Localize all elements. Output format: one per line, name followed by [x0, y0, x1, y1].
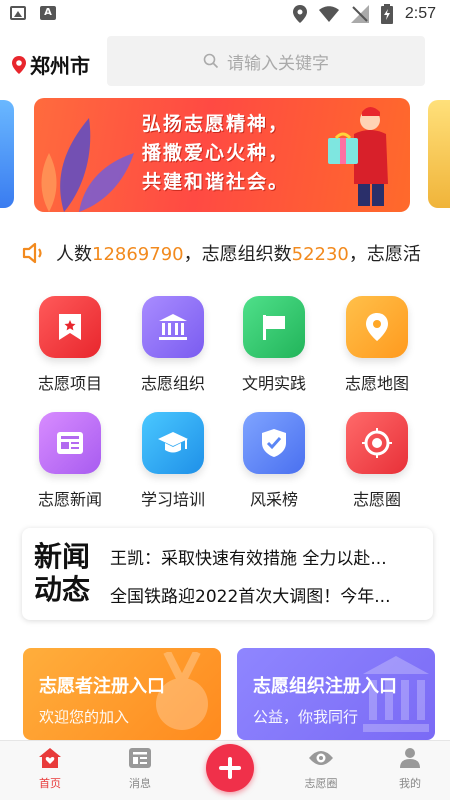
news-logo-line1: 新闻	[34, 540, 91, 573]
location-status-icon	[292, 5, 307, 23]
tab-messages[interactable]: 消息	[100, 747, 180, 791]
notice-prefix: 人数	[56, 244, 92, 265]
target-icon	[346, 412, 408, 474]
volunteer-illustration	[328, 107, 388, 206]
search-icon	[203, 53, 219, 69]
news-item[interactable]: 王凯：采取快速有效措施 全力以赴...	[110, 544, 425, 569]
map-pin-icon	[346, 296, 408, 358]
grid-label: 志愿圈	[352, 490, 401, 509]
search-input[interactable]: 请输入关键字	[107, 36, 425, 86]
newspaper-icon	[39, 412, 101, 474]
grid-item-volunteer-news[interactable]: 志愿新闻	[18, 412, 122, 510]
tab-label: 志愿圈	[304, 777, 338, 790]
card-subtitle: 公益，你我同行	[253, 708, 359, 726]
grid-item-style-ranking[interactable]: 风采榜	[222, 412, 326, 510]
shield-check-icon	[243, 412, 305, 474]
grid-label: 志愿新闻	[37, 490, 102, 509]
location-pin-icon	[12, 55, 26, 74]
tab-home[interactable]: 首页	[10, 747, 90, 791]
tab-label: 消息	[129, 777, 151, 790]
tab-label: 我的	[399, 777, 421, 790]
grid-label: 志愿组织	[140, 374, 205, 393]
grid-item-civilization-practice[interactable]: 文明实践	[222, 296, 326, 394]
grid-label: 风采榜	[249, 490, 298, 509]
banner-slide[interactable]: 弘扬志愿精神， 播撒爱心火种， 共建和谐社会。	[34, 98, 410, 212]
notice-bar[interactable]: 人数12869790，志愿组织数52230，志愿活	[0, 232, 450, 272]
header: 郑州市 请输入关键字	[0, 34, 450, 86]
leaves-illustration	[41, 118, 134, 212]
grid-item-volunteer-project[interactable]: 志愿项目	[18, 296, 122, 394]
eye-icon	[309, 751, 333, 765]
volunteer-register-card[interactable]: 志愿者注册入口 欢迎您的加入	[23, 648, 221, 740]
tab-volunteer-circle[interactable]: 志愿圈	[281, 747, 361, 791]
organization-register-card[interactable]: 志愿组织注册入口 公益，你我同行	[237, 648, 435, 740]
search-placeholder: 请输入关键字	[227, 53, 329, 74]
banner-prev-slide[interactable]	[0, 100, 14, 208]
grid-label: 文明实践	[241, 374, 306, 393]
notice-suffix: ，志愿活	[348, 244, 421, 265]
tab-profile[interactable]: 我的	[370, 747, 450, 791]
news-logo: 新闻 动态	[34, 540, 98, 606]
news-panel: 新闻 动态 王凯：采取快速有效措施 全力以赴... 全国铁路迎2022首次大调图…	[22, 528, 433, 620]
city-name: 郑州市	[30, 54, 90, 78]
grid-label: 志愿项目	[37, 374, 102, 393]
volunteer-count: 12869790	[92, 244, 184, 265]
organization-count: 52230	[291, 244, 349, 265]
user-icon	[400, 748, 420, 768]
news-item[interactable]: 全国铁路迎2022首次大调图！今年...	[110, 582, 425, 607]
bank-building-icon	[142, 296, 204, 358]
grid-label: 志愿地图	[344, 374, 409, 393]
status-time: 2:57	[404, 5, 436, 22]
grid-item-learning-training[interactable]: 学习培训	[121, 412, 225, 510]
banner-next-slide[interactable]	[428, 100, 450, 208]
city-selector[interactable]: 郑州市	[12, 50, 90, 79]
wifi-icon	[318, 6, 339, 22]
grid-item-volunteer-organization[interactable]: 志愿组织	[121, 296, 225, 394]
status-bar: A 2:57	[0, 0, 450, 28]
message-list-icon	[129, 748, 151, 768]
speaker-icon	[22, 242, 42, 264]
news-logo-line2: 动态	[34, 573, 91, 606]
notice-mid: ，志愿组织数	[183, 244, 292, 265]
no-signal-icon	[350, 5, 369, 23]
tab-label: 首页	[39, 777, 61, 790]
grid-item-volunteer-map[interactable]: 志愿地图	[325, 296, 429, 394]
graduation-cap-icon	[142, 412, 204, 474]
battery-charging-icon	[380, 4, 393, 24]
card-subtitle: 欢迎您的加入	[39, 708, 130, 726]
add-button[interactable]	[206, 744, 254, 792]
notice-text: 人数12869790，志愿组织数52230，志愿活	[56, 240, 434, 266]
gallery-notification-icon	[10, 6, 26, 20]
grid-label: 学习培训	[140, 490, 205, 509]
font-notification-icon: A	[40, 6, 56, 20]
grid-item-volunteer-circle[interactable]: 志愿圈	[325, 412, 429, 510]
card-title: 志愿者注册入口	[39, 676, 165, 697]
home-heart-icon	[39, 748, 61, 768]
card-title: 志愿组织注册入口	[253, 676, 397, 697]
plus-icon	[219, 757, 241, 779]
flag-icon	[243, 296, 305, 358]
bookmark-star-icon	[39, 296, 101, 358]
